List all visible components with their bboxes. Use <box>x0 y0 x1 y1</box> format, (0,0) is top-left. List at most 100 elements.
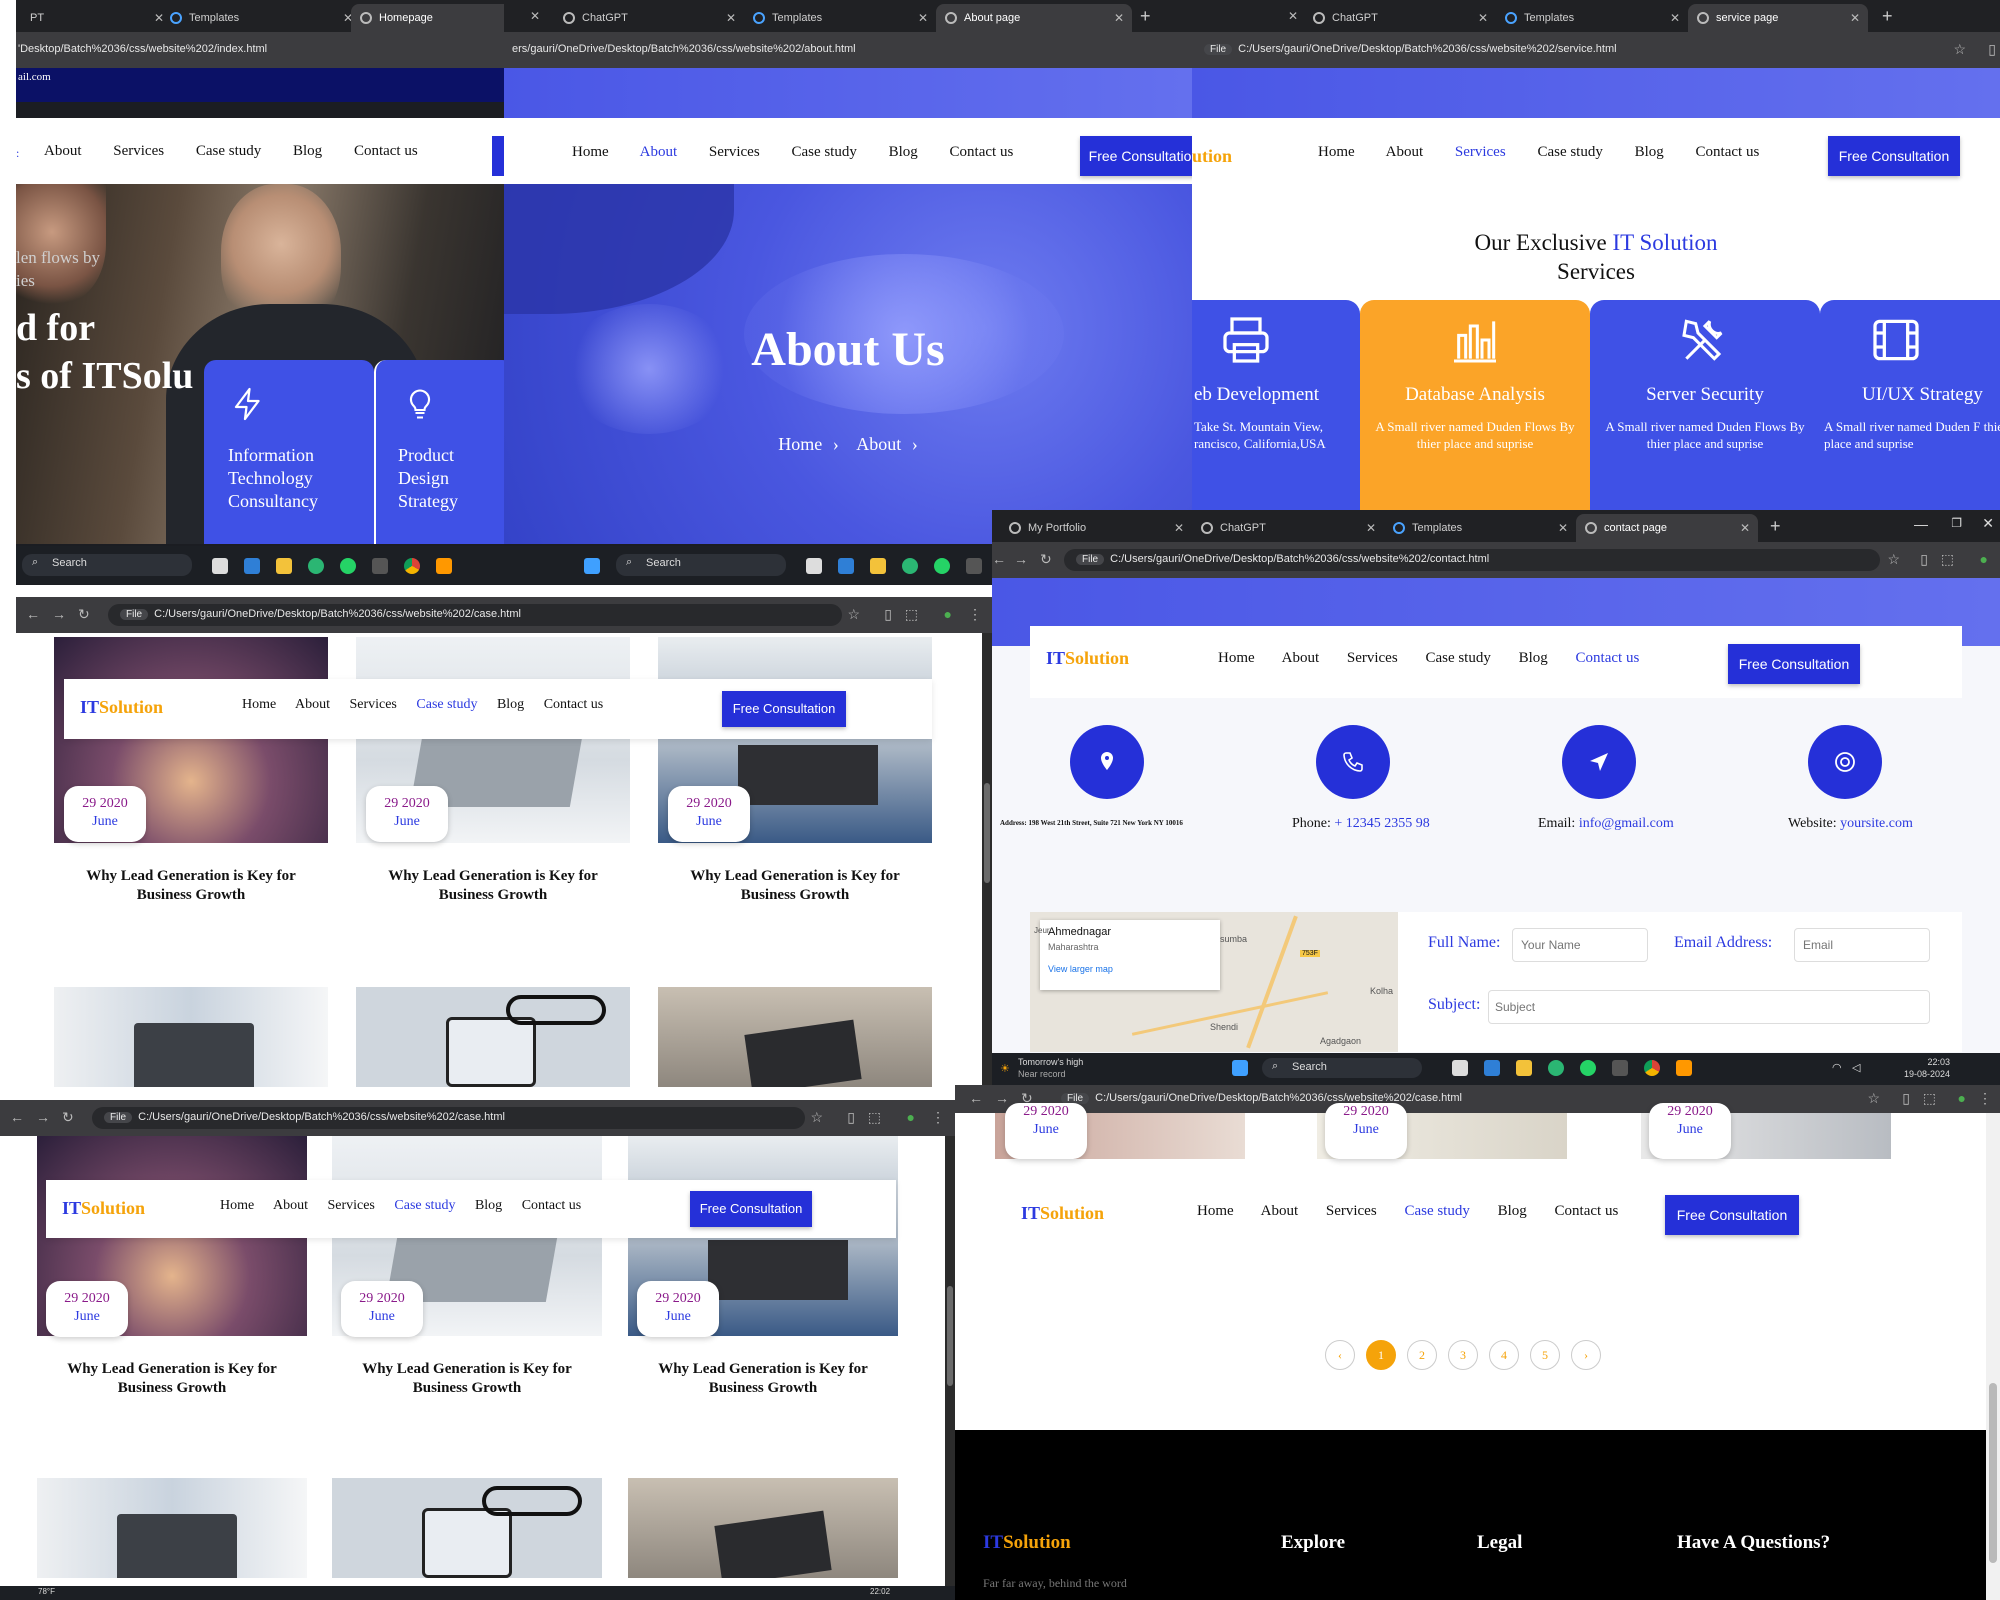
free-consultation-button[interactable]: Free Consultation <box>722 691 846 727</box>
puzzle-icon[interactable]: ⬚ <box>1941 551 1954 568</box>
tab-templates[interactable]: Templates ✕ <box>744 4 936 32</box>
url-field[interactable]: File C:/Users/gauri/OneDrive/Desktop/Batc… <box>1192 39 1960 61</box>
nav-blog[interactable]: Blog <box>1519 650 1548 666</box>
nav-services[interactable]: Services <box>709 144 760 160</box>
nav-case-study[interactable]: Case study <box>196 143 261 159</box>
nav-contact[interactable]: Contact us <box>950 144 1014 160</box>
url-field[interactable]: File C:/Users/gauri/OneDrive/Desktop/Batc… <box>92 1107 805 1129</box>
map-embed[interactable]: Ahmednagar Maharashtra View larger map J… <box>1030 912 1398 1052</box>
card-title[interactable]: Why Lead Generation is Key for Business … <box>64 867 318 905</box>
close-icon[interactable]: ✕ <box>1366 521 1376 535</box>
url-field[interactable]: ers/gauri/OneDrive/Desktop/Batch%2036/cs… <box>504 39 1192 61</box>
star-icon[interactable]: ☆ <box>847 606 860 623</box>
card-title[interactable]: Why Lead Generation is Key for Business … <box>366 867 620 905</box>
vscode-icon[interactable] <box>838 558 854 574</box>
nav-services[interactable]: Services <box>1347 650 1398 666</box>
nav-home[interactable]: Home <box>220 1198 254 1213</box>
tab-templates[interactable]: Templates ✕ <box>161 4 361 32</box>
extension-icon[interactable]: ▯ <box>1902 1090 1910 1107</box>
email-input[interactable] <box>1794 928 1930 962</box>
star-icon[interactable]: ☆ <box>1867 1090 1880 1107</box>
star-icon[interactable]: ☆ <box>1953 41 1966 58</box>
nav-case-study[interactable]: Case study <box>416 697 477 712</box>
reload-icon[interactable]: ↻ <box>78 606 90 623</box>
profile-icon[interactable]: ● <box>944 606 952 622</box>
close-icon[interactable]: ✕ <box>530 9 540 23</box>
whatsapp-icon[interactable] <box>1580 1060 1596 1076</box>
consult-button-edge[interactable] <box>492 136 504 176</box>
folder-icon[interactable] <box>870 558 886 574</box>
tab-about-page[interactable]: About page ✕ <box>936 4 1132 32</box>
close-icon[interactable]: ✕ <box>1114 11 1124 25</box>
scrollbar[interactable] <box>945 1136 955 1586</box>
whatsapp-icon[interactable] <box>934 558 950 574</box>
url-field[interactable]: File C:/Users/gauri/OneDrive/Desktop/Batc… <box>108 604 842 626</box>
nav-about[interactable]: About <box>295 697 330 712</box>
star-icon[interactable]: ☆ <box>810 1109 823 1126</box>
scrollbar-thumb[interactable] <box>947 1286 953 1386</box>
clock[interactable]: 22:03 19-08-2024 <box>1904 1056 1950 1080</box>
scrollbar-thumb[interactable] <box>984 783 990 883</box>
tab-contact-page[interactable]: contact page ✕ <box>1576 514 1758 542</box>
taskview-icon[interactable] <box>1452 1060 1468 1076</box>
close-icon[interactable]: ✕ <box>726 11 736 25</box>
folder-icon[interactable] <box>1516 1060 1532 1076</box>
nav-contact[interactable]: Contact us <box>544 697 604 712</box>
site-logo[interactable]: ITSolution <box>62 1198 145 1219</box>
close-icon[interactable]: ✕ <box>1850 11 1860 25</box>
scrollbar[interactable] <box>982 633 992 1090</box>
free-consultation-button[interactable]: Free Consultation <box>1665 1195 1799 1235</box>
minimize-icon[interactable]: — <box>1914 516 1928 532</box>
taskbar-search[interactable]: ⌕ Search <box>22 554 192 576</box>
tab-chatgpt[interactable]: PT ✕ <box>16 4 172 32</box>
back-arrow-icon[interactable]: ← <box>969 1090 983 1106</box>
site-logo[interactable]: ITSolution <box>1021 1203 1104 1224</box>
nav-about[interactable]: About <box>273 1198 308 1213</box>
url-field[interactable]: File C:/Users/gauri/OneDrive/Desktop/Batc… <box>1064 549 1880 571</box>
nav-home[interactable]: Home <box>242 697 276 712</box>
view-larger-map-link[interactable]: View larger map <box>1048 964 1212 974</box>
weather-widget[interactable]: Tomorrow's high Near record <box>1018 1056 1083 1080</box>
card-title[interactable]: Why Lead Generation is Key for Business … <box>638 1360 888 1398</box>
nav-blog[interactable]: Blog <box>1635 144 1664 160</box>
taskview-icon[interactable] <box>212 558 228 574</box>
puzzle-icon[interactable]: ⬚ <box>868 1109 881 1126</box>
nav-about[interactable]: About <box>1282 650 1320 666</box>
nav-home[interactable]: Home <box>572 144 609 160</box>
star-icon[interactable]: ☆ <box>1887 551 1900 568</box>
subject-input[interactable] <box>1488 990 1930 1024</box>
tab-my-portfolio[interactable]: My Portfolio ✕ <box>1000 514 1192 542</box>
back-arrow-icon[interactable]: ← <box>10 1109 24 1125</box>
nav-blog[interactable]: Blog <box>293 143 322 159</box>
nav-contact[interactable]: Contact us <box>1696 144 1760 160</box>
close-icon[interactable]: ✕ <box>1740 521 1750 535</box>
free-consultation-button[interactable]: Free Consultation <box>1828 136 1960 176</box>
site-logo[interactable]: ITSolution <box>80 697 163 718</box>
pagination-page-1[interactable]: 1 <box>1366 1340 1396 1370</box>
new-tab-icon[interactable]: + <box>1770 516 1781 537</box>
tab-templates[interactable]: Templates ✕ <box>1384 514 1576 542</box>
nav-services[interactable]: Services <box>113 143 164 159</box>
tab-chatgpt[interactable]: ChatGPT ✕ <box>1192 514 1384 542</box>
nav-case-study[interactable]: Case study <box>791 144 856 160</box>
puzzle-icon[interactable]: ⬚ <box>1923 1090 1936 1107</box>
taskbar-search[interactable]: ⌕ Search <box>616 554 786 576</box>
nav-services[interactable]: Services <box>1455 144 1506 160</box>
nav-case-study[interactable]: Case study <box>394 1198 455 1213</box>
terminal-icon[interactable] <box>966 558 982 574</box>
nav-blog[interactable]: Blog <box>1498 1203 1527 1219</box>
nav-blog[interactable]: Blog <box>889 144 918 160</box>
nav-services[interactable]: Services <box>327 1198 374 1213</box>
nav-blog[interactable]: Blog <box>475 1198 502 1213</box>
close-window-icon[interactable]: ✕ <box>1982 515 1994 532</box>
full-name-input[interactable] <box>1512 928 1648 962</box>
profile-icon[interactable]: ● <box>907 1109 915 1125</box>
tab-service-page[interactable]: service page ✕ <box>1688 4 1868 32</box>
pagination-page-5[interactable]: 5 <box>1530 1340 1560 1370</box>
card-title[interactable]: Why Lead Generation is Key for Business … <box>342 1360 592 1398</box>
tab-chatgpt[interactable]: ChatGPT ✕ <box>554 4 744 32</box>
tab-templates[interactable]: Templates ✕ <box>1496 4 1688 32</box>
back-arrow-icon[interactable]: ← <box>26 606 40 622</box>
extension-icon[interactable]: ▯ <box>884 606 892 623</box>
nav-about[interactable]: About <box>44 143 82 159</box>
